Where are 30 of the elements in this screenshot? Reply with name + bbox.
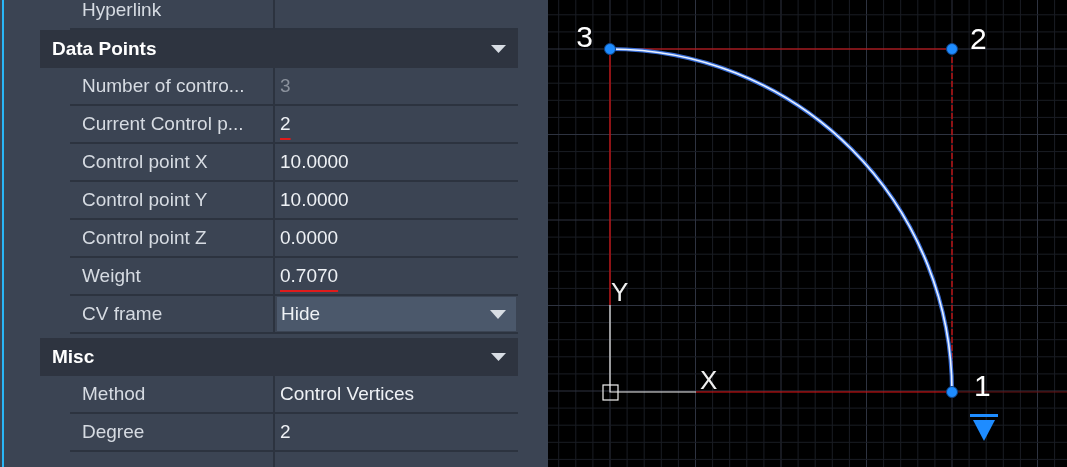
caret-icon (490, 309, 506, 319)
grip-menu-icon[interactable] (970, 414, 998, 441)
ucs-x-label: X (700, 365, 718, 395)
ucs-y-label: Y (611, 277, 629, 307)
property-value[interactable]: 2 (280, 109, 291, 139)
property-label: Control point Y (82, 187, 208, 212)
property-value[interactable]: 10.0000 (280, 147, 349, 177)
dropdown-field[interactable]: Hide (277, 297, 516, 331)
section-header[interactable]: Misc (40, 338, 518, 376)
property-label: Current Control p... (82, 111, 244, 136)
property-label: Degree (82, 419, 145, 444)
collapse-caret-icon (491, 353, 506, 361)
property-label: Weight (82, 263, 141, 288)
property-value[interactable]: Control Vertices (280, 379, 415, 409)
property-label: Number of contro... (82, 73, 245, 98)
property-label: Control point X (82, 149, 208, 174)
property-label: Control point Z (82, 225, 207, 250)
property-label: Hyperlink (82, 0, 162, 22)
property-value[interactable]: 10.0000 (280, 185, 349, 215)
property-label: Method (82, 381, 146, 406)
point-number-label: 1 (974, 369, 991, 402)
property-value[interactable]: 0.7070 (280, 261, 339, 291)
property-value[interactable]: 0.0000 (280, 223, 339, 253)
collapse-caret-icon (491, 45, 506, 53)
section-header[interactable]: Data Points (40, 30, 518, 68)
point-number-label: 3 (576, 20, 593, 53)
property-value[interactable]: 2 (280, 417, 291, 447)
ucs-icon (602, 304, 697, 401)
point-number-label: 2 (970, 22, 987, 55)
property-label: CV frame (82, 301, 163, 326)
